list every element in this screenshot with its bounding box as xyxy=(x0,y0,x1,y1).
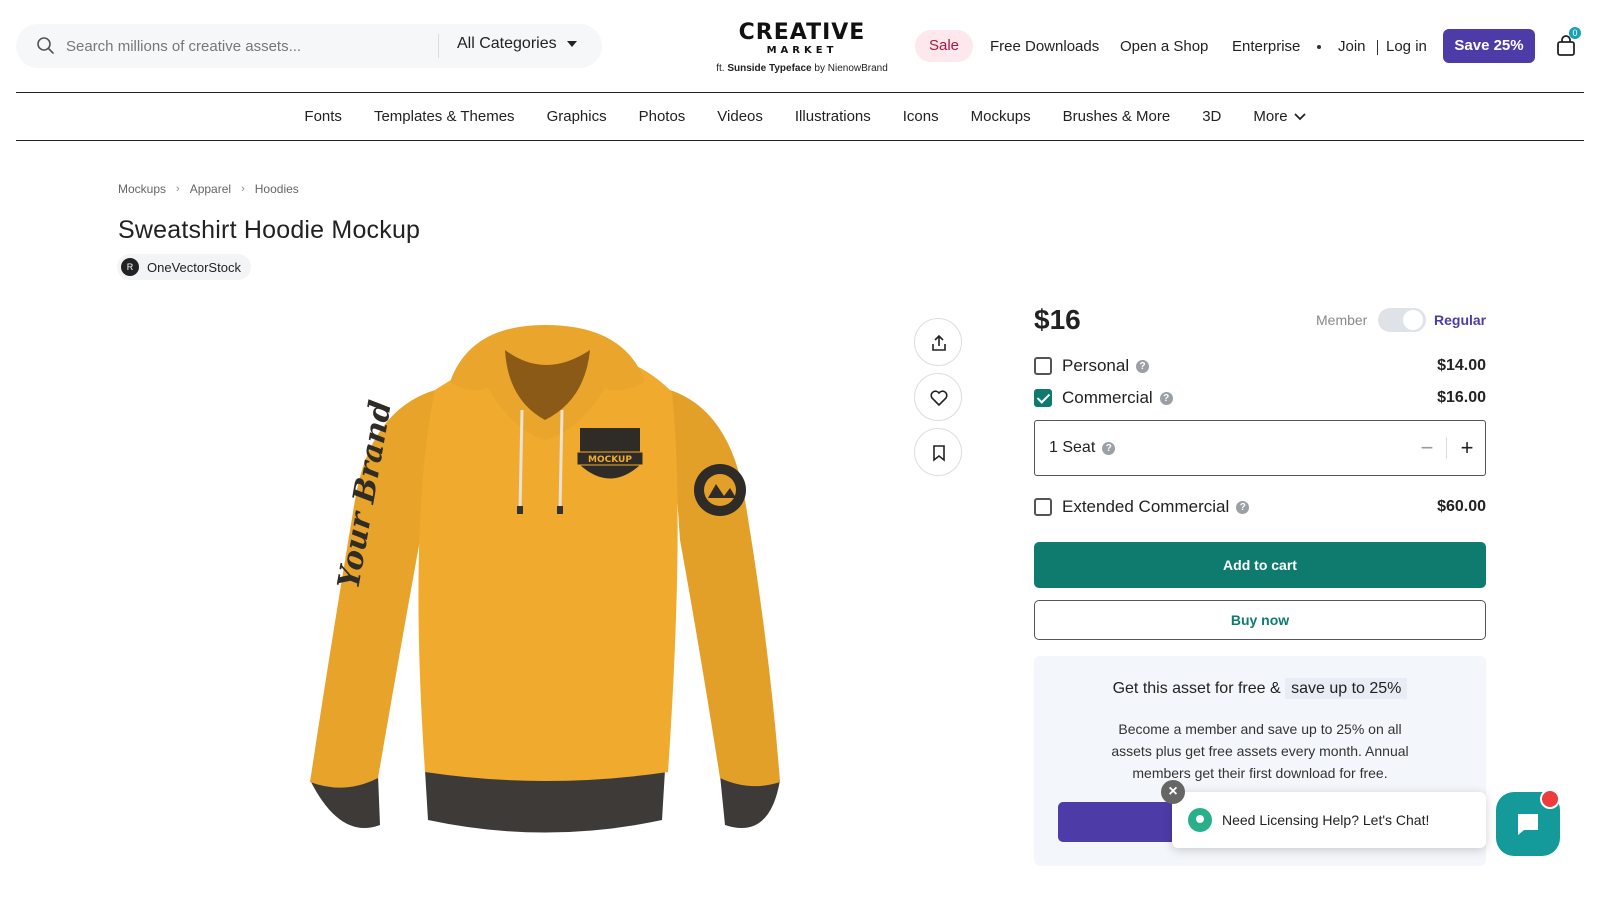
logo-line1: CREATIVE xyxy=(738,20,866,45)
cart-count-badge: 0 xyxy=(1569,27,1581,39)
category-mockups[interactable]: Mockups xyxy=(971,104,1031,130)
caret-down-icon xyxy=(566,41,577,47)
search-divider xyxy=(438,34,439,58)
seat-increment-button[interactable]: + xyxy=(1453,433,1481,463)
category-3d[interactable]: 3D xyxy=(1202,104,1221,130)
license-extended-price: $60.00 xyxy=(1437,498,1486,515)
promo-heading: Get this asset for free & save up to 25% xyxy=(1034,678,1486,699)
chevron-right-icon: › xyxy=(241,183,245,195)
chest-badge-text: MOCKUP xyxy=(588,455,632,465)
chat-message: Need Licensing Help? Let's Chat! xyxy=(1222,812,1430,828)
category-more[interactable]: More xyxy=(1253,104,1306,130)
chat-close-button[interactable]: × xyxy=(1161,780,1185,804)
chat-bubble-icon xyxy=(1188,808,1212,832)
nav-bar-separator xyxy=(1377,40,1378,55)
category-more-label: More xyxy=(1253,108,1288,125)
heart-icon xyxy=(930,390,948,407)
seat-count: 1 Seat xyxy=(1049,439,1096,456)
author-chip[interactable]: R OneVectorStock xyxy=(117,254,251,280)
share-button[interactable] xyxy=(914,318,962,366)
license-personal: Personal ? $14.00 xyxy=(1034,355,1486,377)
category-videos[interactable]: Videos xyxy=(717,104,763,130)
license-extended-commercial: Extended Commercial ? $60.00 xyxy=(1034,496,1486,518)
save-25-button[interactable]: Save 25% xyxy=(1443,29,1535,63)
help-icon[interactable]: ? xyxy=(1159,391,1173,405)
category-templates-themes[interactable]: Templates & Themes xyxy=(374,104,515,130)
category-illustrations[interactable]: Illustrations xyxy=(795,104,871,130)
license-commercial: Commercial ? $16.00 xyxy=(1034,387,1486,409)
author-name: OneVectorStock xyxy=(147,259,241,275)
license-personal-checkbox[interactable] xyxy=(1034,357,1052,375)
category-dropdown[interactable]: All Categories xyxy=(457,35,577,53)
page-title: Sweatshirt Hoodie Mockup xyxy=(118,216,421,244)
toggle-knob xyxy=(1403,310,1423,330)
license-extended-label: Extended Commercial xyxy=(1062,497,1230,516)
buy-now-button[interactable]: Buy now xyxy=(1034,600,1486,640)
seat-decrement-button[interactable]: − xyxy=(1413,433,1441,463)
license-commercial-price: $16.00 xyxy=(1437,389,1486,406)
stepper-divider xyxy=(1446,437,1447,459)
add-to-cart-button[interactable]: Add to cart xyxy=(1034,542,1486,588)
search-input[interactable] xyxy=(66,36,436,56)
category-photos[interactable]: Photos xyxy=(639,104,686,130)
bookmark-button[interactable] xyxy=(914,428,962,476)
header-divider xyxy=(16,92,1584,93)
chat-notification-dot xyxy=(1540,789,1560,809)
logo-line2: MARKET xyxy=(766,45,838,56)
regular-label: Regular xyxy=(1434,312,1487,328)
login-link[interactable]: Log in xyxy=(1386,38,1427,55)
logo-credit-prefix: ft. xyxy=(716,63,725,74)
favorite-button[interactable] xyxy=(914,373,962,421)
license-personal-price: $14.00 xyxy=(1437,357,1486,374)
author-avatar: R xyxy=(121,258,139,276)
nav-dot-separator xyxy=(1317,45,1321,49)
category-dropdown-label: All Categories xyxy=(457,35,557,52)
chevron-right-icon: › xyxy=(176,183,180,195)
bookmark-icon xyxy=(933,445,945,462)
member-regular-toggle[interactable] xyxy=(1378,308,1426,332)
breadcrumb-mockups[interactable]: Mockups xyxy=(118,182,166,196)
logo-credit-font: Sunside Typeface xyxy=(727,63,812,74)
logo-credit: ft. Sunside Typeface by NienowBrand xyxy=(712,63,892,74)
promo-highlight: save up to 25% xyxy=(1285,678,1408,699)
search-icon xyxy=(37,37,54,54)
license-extended-checkbox[interactable] xyxy=(1034,498,1052,516)
license-personal-label: Personal xyxy=(1062,356,1130,375)
category-nav-divider xyxy=(16,140,1584,141)
member-label: Member xyxy=(1316,312,1368,328)
help-icon[interactable]: ? xyxy=(1102,441,1116,455)
seat-label: 1 Seat ? xyxy=(1049,439,1116,457)
join-link[interactable]: Join xyxy=(1338,38,1366,55)
help-icon[interactable]: ? xyxy=(1236,500,1250,514)
license-commercial-checkbox[interactable] xyxy=(1034,389,1052,407)
product-image[interactable]: MOCKUP Your Brand xyxy=(300,320,800,860)
open-shop-link[interactable]: Open a Shop xyxy=(1120,38,1208,55)
promo-body: Become a member and save up to 25% on al… xyxy=(1111,721,1409,781)
license-commercial-label: Commercial xyxy=(1062,388,1153,407)
enterprise-link[interactable]: Enterprise xyxy=(1232,38,1300,55)
category-icons[interactable]: Icons xyxy=(903,104,939,130)
breadcrumb: Mockups › Apparel › Hoodies xyxy=(118,182,299,196)
category-brushes-more[interactable]: Brushes & More xyxy=(1063,104,1171,130)
chat-popup[interactable]: Need Licensing Help? Let's Chat! xyxy=(1172,792,1486,848)
chevron-down-icon xyxy=(1293,113,1306,121)
breadcrumb-hoodies[interactable]: Hoodies xyxy=(255,182,299,196)
sale-link[interactable]: Sale xyxy=(915,30,974,62)
promo-heading-text: Get this asset for free & xyxy=(1112,680,1281,697)
share-icon xyxy=(932,334,946,351)
category-graphics[interactable]: Graphics xyxy=(547,104,607,130)
breadcrumb-apparel[interactable]: Apparel xyxy=(190,182,231,196)
chat-icon xyxy=(1518,814,1538,835)
seat-stepper: 1 Seat ? − + xyxy=(1034,420,1486,476)
help-icon[interactable]: ? xyxy=(1136,359,1150,373)
category-nav: Fonts Templates & Themes Graphics Photos… xyxy=(0,104,1600,130)
free-downloads-link[interactable]: Free Downloads xyxy=(990,38,1099,55)
category-fonts[interactable]: Fonts xyxy=(304,104,342,130)
logo-credit-by: by NienowBrand xyxy=(814,63,888,74)
site-logo[interactable]: CREATIVE MARKET ft. Sunside Typeface by … xyxy=(712,20,892,75)
site-header: All Categories CREATIVE MARKET ft. Sunsi… xyxy=(0,0,1600,92)
price: $16 xyxy=(1034,304,1081,335)
search-bar: All Categories xyxy=(16,24,602,68)
